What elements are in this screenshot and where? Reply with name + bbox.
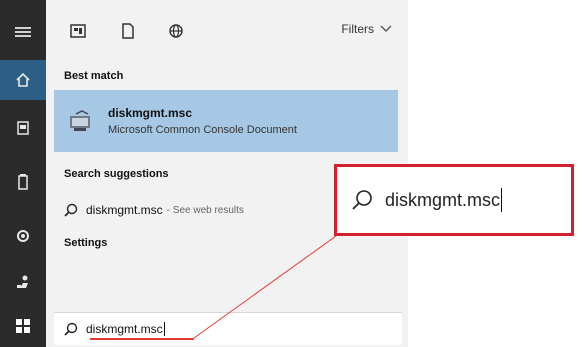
document-icon [122, 23, 134, 39]
search-topbar: Filters [46, 0, 408, 60]
web-filter-button[interactable] [166, 21, 186, 41]
home-icon [16, 72, 30, 87]
search-icon [352, 190, 372, 210]
apps-icon [70, 24, 86, 38]
best-match-result[interactable]: diskmgmt.msc Microsoft Common Console Do… [54, 90, 398, 152]
apps-filter-button[interactable] [68, 21, 88, 41]
rail-home-button[interactable] [0, 60, 46, 100]
best-match-title: diskmgmt.msc [108, 106, 193, 120]
search-input-highlight-underline [90, 338, 194, 340]
windows-start-icon [16, 319, 30, 333]
text-caret [163, 322, 165, 336]
filters-label: Filters [341, 22, 374, 36]
best-match-heading: Best match [64, 70, 124, 82]
rail-people-button[interactable] [0, 262, 46, 302]
best-match-subtitle: Microsoft Common Console Document [108, 124, 297, 136]
suggestion-hint: - See web results [166, 204, 244, 216]
search-input-value: diskmgmt.msc [86, 322, 163, 336]
menu-icon [15, 27, 31, 37]
filters-dropdown[interactable]: Filters [341, 22, 392, 36]
documents-filter-button[interactable] [118, 21, 138, 41]
rail-settings-button[interactable] [0, 216, 46, 256]
rail-documents-button[interactable] [0, 108, 46, 148]
zoomed-search-callout: diskmgmt.msc [334, 164, 574, 236]
rail-battery-button[interactable] [0, 162, 46, 202]
start-left-rail [0, 0, 46, 347]
console-document-icon [70, 110, 90, 131]
rail-start-button[interactable] [0, 306, 46, 346]
settings-heading: Settings [64, 237, 108, 249]
search-icon [64, 322, 78, 336]
settings-gear-icon [17, 230, 29, 242]
search-suggestions-heading: Search suggestions [64, 168, 169, 180]
battery-icon [18, 174, 28, 190]
chevron-down-icon [380, 25, 392, 32]
suggestion-query: diskmgmt.msc [86, 203, 163, 217]
people-icon [17, 275, 28, 288]
documents-icon [17, 121, 29, 135]
zoomed-search-value: diskmgmt.msc [385, 189, 501, 210]
globe-icon [169, 24, 183, 38]
search-icon [64, 203, 78, 217]
search-input[interactable]: diskmgmt.msc [54, 312, 402, 345]
text-caret [501, 188, 503, 212]
rail-menu-button[interactable] [0, 12, 46, 52]
